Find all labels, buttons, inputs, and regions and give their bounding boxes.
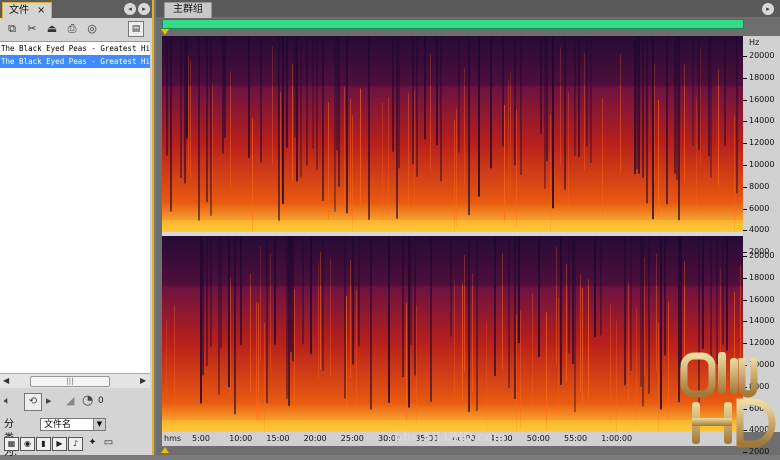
frequency-unit: Hz: [749, 38, 760, 47]
frequency-tick: [743, 343, 747, 345]
panel-minimize-icon[interactable]: ◂: [124, 3, 136, 15]
time-tick-label: 55:00: [564, 434, 588, 443]
time-tick-label: 25:00: [340, 434, 364, 443]
file-panel: 文件 × ◂ ▸ ⧉ ✂ ⏏ ⎙ ◎ ▤ The Black Eyed Peas …: [0, 0, 154, 458]
filter-audio-icon[interactable]: ◉: [20, 437, 35, 451]
filter-video-icon[interactable]: ▶: [52, 437, 67, 451]
frequency-tick: [743, 256, 747, 257]
frequency-tick: [743, 186, 747, 188]
frequency-tick-label: 6000: [749, 203, 770, 213]
frequency-tick-label: 20000: [749, 251, 775, 260]
volume-slider-icon[interactable]: ◢: [66, 393, 74, 409]
tab-main-group[interactable]: 主群组: [164, 2, 212, 18]
close-icon[interactable]: ×: [37, 5, 45, 16]
chevron-down-icon: ▼: [93, 419, 105, 430]
time-tick-label: 20:00: [303, 434, 327, 443]
frequency-tick-label: 16000: [749, 294, 775, 304]
spectral-display[interactable]: [162, 36, 743, 432]
filter-loop-icon[interactable]: ▮: [36, 437, 51, 451]
frequency-tick: [743, 56, 747, 57]
frequency-tick: [743, 452, 747, 454]
watermark-logo: [680, 352, 776, 448]
file-panel-tabbar: 文件 × ◂ ▸: [0, 0, 152, 19]
close-file-icon[interactable]: ✂: [24, 21, 40, 37]
panel-menu-icon[interactable]: ▸: [762, 3, 774, 15]
frequency-tick: [743, 121, 747, 123]
waveform-overview-bar[interactable]: [162, 19, 744, 29]
file-toolbar: ⧉ ✂ ⏏ ⎙ ◎ ▤: [0, 18, 152, 40]
tab-files-label: 文件: [9, 5, 29, 16]
speaker-icon[interactable]: 🔈︎: [4, 393, 11, 409]
file-list-item[interactable]: The Black Eyed Peas - Greatest Hits: [0, 55, 150, 68]
main-tabbar: 主群组 ▸: [156, 0, 780, 18]
frequency-tick: [743, 143, 747, 145]
frequency-tick-label: 18000: [749, 272, 775, 282]
scroll-left-icon[interactable]: ◀: [3, 376, 9, 385]
frequency-tick: [743, 321, 747, 323]
file-list-item[interactable]: The Black Eyed Peas - Greatest Hits: [0, 42, 150, 55]
frequency-tick: [743, 77, 747, 79]
volume-knob-icon[interactable]: ◔: [82, 393, 93, 409]
time-tick-label: 1:00:00: [601, 434, 633, 443]
frequency-tick-label: 8000: [749, 181, 770, 191]
frequency-tick: [743, 165, 747, 166]
frequency-tick: [743, 299, 747, 301]
frequency-tick-label: 12000: [749, 138, 775, 148]
frequency-tick-label: 12000: [749, 338, 775, 348]
insert-into-cd-icon[interactable]: ⎙: [64, 21, 80, 37]
time-unit: hms: [164, 434, 182, 443]
watermark-text: bbs.SILUHD.com: [394, 430, 506, 444]
preview-transport: 🔈︎ ⟲ ▸ ◢ ◔ 0: [0, 390, 152, 412]
scroll-right-icon[interactable]: ▶: [140, 376, 146, 385]
frequency-tick: [743, 230, 747, 232]
tab-main-group-label: 主群组: [173, 4, 203, 15]
import-file-icon[interactable]: ⧉: [4, 21, 20, 37]
scroll-thumb[interactable]: |||: [30, 376, 110, 387]
playhead-top-marker[interactable]: [161, 29, 169, 35]
insert-into-multitrack-icon[interactable]: ⏏: [44, 21, 60, 37]
time-tick-label: 50:00: [526, 434, 550, 443]
frequency-tick-label: 20000: [749, 51, 775, 60]
frequency-tick: [743, 252, 747, 254]
frequency-tick-label: 14000: [749, 116, 775, 126]
sort-select[interactable]: 文件名 ▼: [40, 418, 106, 431]
show-hide-icon[interactable]: ✦: [86, 437, 99, 449]
folder-icon[interactable]: ▭: [102, 437, 115, 449]
frequency-tick: [743, 208, 747, 210]
volume-value: 0: [98, 396, 104, 406]
play-icon[interactable]: ▸: [46, 393, 52, 409]
time-tick-label: 10:00: [229, 434, 253, 443]
frequency-tick-label: 10000: [749, 160, 775, 169]
frequency-tick-label: 16000: [749, 94, 775, 104]
panel-menu-icon[interactable]: ▸: [138, 3, 150, 15]
loop-icon[interactable]: ⟲: [24, 393, 42, 411]
playhead-bottom-marker[interactable]: [161, 447, 169, 453]
autoplay-icon[interactable]: ◎: [84, 21, 100, 37]
tab-files[interactable]: 文件 ×: [2, 2, 53, 19]
filter-midi-icon[interactable]: ♪: [68, 437, 83, 451]
time-tick-label: 5:00: [192, 434, 210, 443]
file-list[interactable]: The Black Eyed Peas - Greatest Hits The B…: [0, 41, 150, 374]
frequency-tick-label: 4000: [749, 225, 770, 235]
frequency-tick-label: 18000: [749, 72, 775, 82]
full-path-icon[interactable]: ▤: [128, 21, 144, 37]
horizontal-scrollbar[interactable]: ◀ ||| ▶: [0, 373, 150, 388]
filter-all-icon[interactable]: ▦: [4, 437, 19, 451]
frequency-tick: [743, 277, 747, 279]
frequency-tick: [743, 99, 747, 101]
time-tick-label: 15:00: [266, 434, 290, 443]
sort-select-value: 文件名: [44, 420, 72, 430]
frequency-tick-label: 14000: [749, 316, 775, 326]
